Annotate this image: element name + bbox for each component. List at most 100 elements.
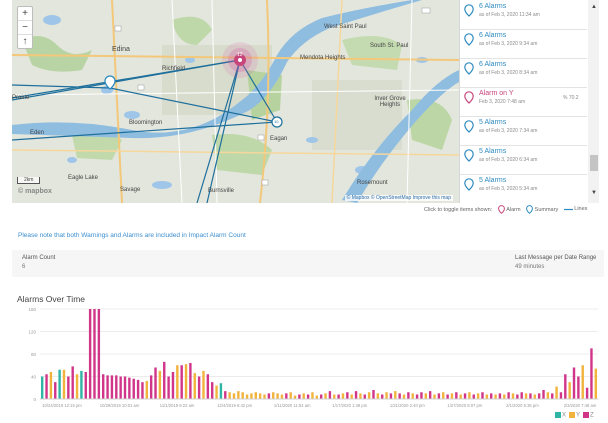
- bar-z[interactable]: [363, 394, 366, 400]
- bar-z[interactable]: [45, 374, 48, 399]
- bar-z[interactable]: [551, 393, 554, 400]
- map-view[interactable]: West Saint Paul South St. Paul Mendota H…: [12, 0, 460, 203]
- bar-y[interactable]: [546, 392, 550, 399]
- bar-y[interactable]: [333, 394, 336, 400]
- bar-z[interactable]: [590, 348, 593, 400]
- alarm-list-scroll-thumb[interactable]: [590, 155, 598, 171]
- bar-z[interactable]: [472, 394, 475, 400]
- bar-z[interactable]: [428, 391, 432, 400]
- bar-z[interactable]: [346, 392, 349, 399]
- bar-z[interactable]: [559, 392, 563, 399]
- bar-y[interactable]: [411, 393, 414, 400]
- bar-y[interactable]: [176, 365, 179, 399]
- bar-z[interactable]: [119, 376, 122, 400]
- bar-y[interactable]: [158, 370, 162, 400]
- bar-z[interactable]: [415, 394, 419, 400]
- toggle-summary[interactable]: Summary: [526, 205, 558, 214]
- bar-z[interactable]: [163, 361, 166, 400]
- bar-y[interactable]: [280, 394, 284, 400]
- bar-y[interactable]: [254, 392, 257, 399]
- bar-y[interactable]: [359, 393, 362, 400]
- alarm-list-item[interactable]: 5 Alarms as of Feb 3, 2020 5:34 am: [460, 174, 587, 203]
- bar-y[interactable]: [232, 393, 236, 400]
- bar-z[interactable]: [572, 367, 576, 400]
- bar-z[interactable]: [490, 393, 493, 400]
- bar-z[interactable]: [149, 375, 153, 400]
- bar-x[interactable]: [58, 369, 61, 399]
- bar-z[interactable]: [171, 372, 175, 399]
- bar-z[interactable]: [84, 372, 87, 399]
- bar-z[interactable]: [381, 394, 384, 400]
- zoom-out-button[interactable]: −: [18, 21, 32, 35]
- bar-z[interactable]: [481, 392, 484, 399]
- bar-y[interactable]: [394, 391, 397, 400]
- bar-y[interactable]: [524, 393, 528, 400]
- bar-z[interactable]: [337, 394, 340, 400]
- bar-z[interactable]: [407, 392, 410, 399]
- bar-z[interactable]: [354, 391, 358, 400]
- bar-z[interactable]: [93, 309, 96, 399]
- bar-y[interactable]: [581, 365, 584, 399]
- bar-y[interactable]: [433, 394, 436, 400]
- bar-z[interactable]: [197, 376, 201, 400]
- bar-y[interactable]: [533, 394, 536, 400]
- bar-y[interactable]: [62, 369, 66, 399]
- bar-z[interactable]: [306, 394, 310, 400]
- bar-z[interactable]: [529, 393, 532, 400]
- bar-z[interactable]: [154, 367, 157, 400]
- bar-z[interactable]: [389, 393, 393, 400]
- alarm-list-item[interactable]: 5 Alarms as of Feb 3, 2020 7:34 am: [460, 116, 587, 146]
- bar-z[interactable]: [102, 374, 105, 399]
- bar-z[interactable]: [420, 392, 423, 399]
- bar-z[interactable]: [437, 393, 441, 400]
- bar-z[interactable]: [206, 374, 210, 399]
- chart-legend[interactable]: X Y Z: [552, 412, 594, 419]
- bar-y[interactable]: [485, 394, 489, 400]
- bar-z[interactable]: [446, 394, 449, 400]
- bar-y[interactable]: [49, 372, 53, 399]
- bar-z[interactable]: [564, 374, 567, 399]
- bar-x[interactable]: [219, 383, 223, 399]
- bar-z[interactable]: [542, 390, 545, 399]
- alarm-list[interactable]: 6 Alarms as of Feb 3, 2020 11:34 am 6 Alar…: [460, 0, 603, 203]
- bar-y[interactable]: [258, 393, 262, 400]
- alarm-list-item[interactable]: 6 Alarms as of Feb 3, 2020 11:34 am: [460, 0, 587, 30]
- bar-z[interactable]: [132, 378, 135, 399]
- bar-y[interactable]: [302, 393, 305, 400]
- bar-z[interactable]: [141, 382, 144, 400]
- bar-z[interactable]: [507, 392, 510, 399]
- bar-z[interactable]: [285, 393, 288, 400]
- bar-y[interactable]: [276, 393, 279, 400]
- bar-z[interactable]: [577, 376, 580, 400]
- bar-y[interactable]: [350, 394, 353, 400]
- north-reset-button[interactable]: ↑: [18, 35, 32, 48]
- alarm-list-item[interactable]: Alarm on Y Feb 3, 2020 7:48 am % 70.2: [460, 87, 587, 117]
- bar-y[interactable]: [250, 393, 253, 400]
- bar-y[interactable]: [376, 393, 380, 400]
- bar-y[interactable]: [202, 370, 205, 400]
- bar-y[interactable]: [442, 392, 445, 399]
- bar-y[interactable]: [494, 394, 497, 400]
- bar-y[interactable]: [228, 392, 231, 399]
- bar-z[interactable]: [455, 392, 458, 399]
- alarm-list-item[interactable]: 5 Alarms as of Feb 3, 2020 6:34 am: [460, 145, 587, 175]
- toggle-alarm[interactable]: Alarm: [497, 205, 521, 214]
- bar-y[interactable]: [341, 393, 345, 400]
- bar-y[interactable]: [324, 393, 327, 400]
- bar-z[interactable]: [224, 391, 227, 400]
- bar-y[interactable]: [367, 392, 371, 399]
- alarm-list-scrollbar[interactable]: [588, 0, 599, 203]
- bar-y[interactable]: [503, 394, 506, 400]
- bar-y[interactable]: [193, 373, 196, 400]
- bar-z[interactable]: [110, 375, 114, 400]
- zoom-in-button[interactable]: +: [18, 7, 32, 21]
- bar-y[interactable]: [476, 393, 480, 400]
- bar-z[interactable]: [298, 394, 301, 400]
- bar-y[interactable]: [289, 392, 292, 399]
- bar-y[interactable]: [511, 393, 515, 400]
- bar-z[interactable]: [463, 393, 467, 400]
- bar-y[interactable]: [272, 392, 275, 399]
- bar-y[interactable]: [241, 392, 244, 399]
- bar-y[interactable]: [237, 391, 240, 400]
- bar-z[interactable]: [71, 366, 74, 400]
